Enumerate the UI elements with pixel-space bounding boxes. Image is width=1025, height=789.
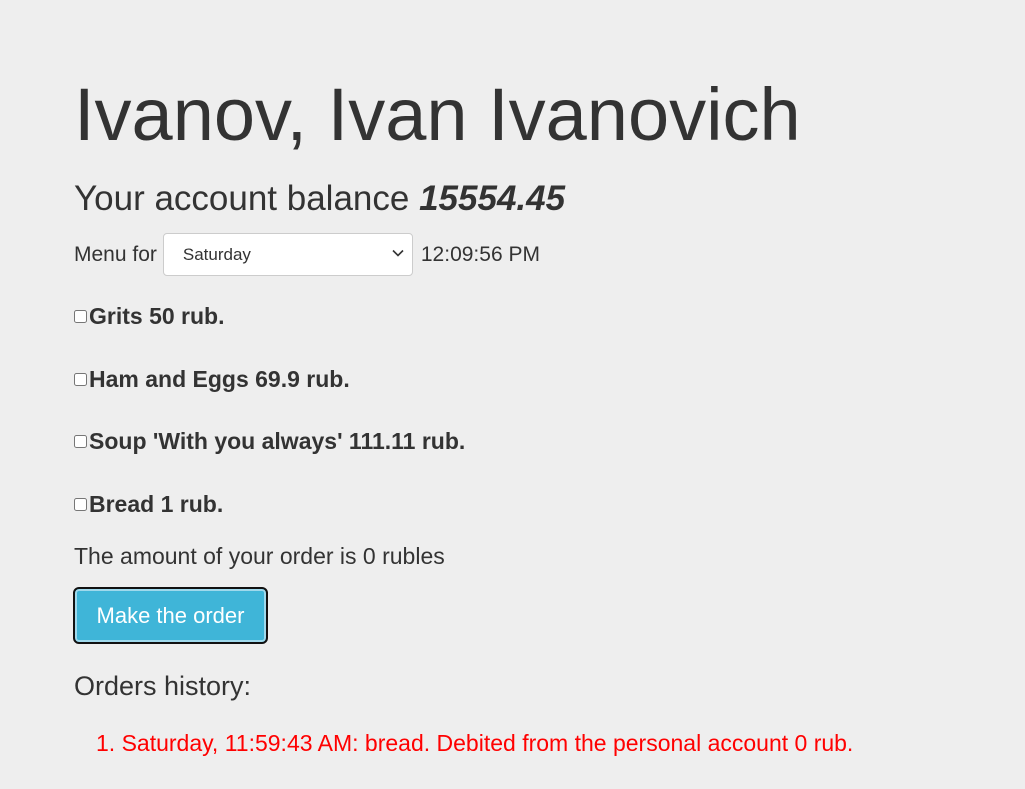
dish-checkbox-soup[interactable] <box>74 434 87 448</box>
dish-checkbox-grits[interactable] <box>74 309 87 323</box>
dish-label-ham-and-eggs: Ham and Eggs 69.9 rub. <box>89 365 350 392</box>
dish-item-grits[interactable]: Grits 50 rub. <box>74 302 224 330</box>
dish-item-bread[interactable]: Bread 1 rub. <box>74 490 223 518</box>
dish-checkbox-bread[interactable] <box>74 497 87 511</box>
menu-selector-row: Menu for Saturday 12:09:56 PM <box>74 233 540 276</box>
make-order-button[interactable]: Make the order <box>73 587 268 644</box>
orders-history-title: Orders history: <box>74 671 252 701</box>
day-select-wrapper: Saturday <box>162 233 413 276</box>
dish-label-bread: Bread 1 rub. <box>89 490 224 517</box>
day-select[interactable]: Saturday <box>162 233 413 276</box>
menu-label: Menu for <box>74 242 157 266</box>
current-time: 12:09:56 PM <box>420 242 540 266</box>
dish-label-grits: Grits 50 rub. <box>89 302 225 329</box>
account-balance: Your account balance 15554.45 <box>74 178 565 220</box>
dish-item-ham-and-eggs[interactable]: Ham and Eggs 69.9 rub. <box>74 365 350 393</box>
user-full-name: Ivanov, Ivan Ivanovich <box>74 73 801 156</box>
order-total-text: The amount of your order is 0 rubles <box>74 543 445 569</box>
history-entry: 1. Saturday, 11:59:43 AM: bread. Debited… <box>96 730 854 756</box>
balance-label: Your account balance <box>74 179 410 218</box>
balance-value: 15554.45 <box>419 179 566 218</box>
dish-label-soup: Soup 'With you always' 111.11 rub. <box>89 427 466 454</box>
canteen-order-page: Ivanov, Ivan Ivanovich Your account bala… <box>0 0 1025 789</box>
dish-item-soup[interactable]: Soup 'With you always' 111.11 rub. <box>74 427 465 455</box>
dish-checkbox-ham-and-eggs[interactable] <box>74 372 87 386</box>
orders-history-list: 1. Saturday, 11:59:43 AM: bread. Debited… <box>96 729 853 757</box>
